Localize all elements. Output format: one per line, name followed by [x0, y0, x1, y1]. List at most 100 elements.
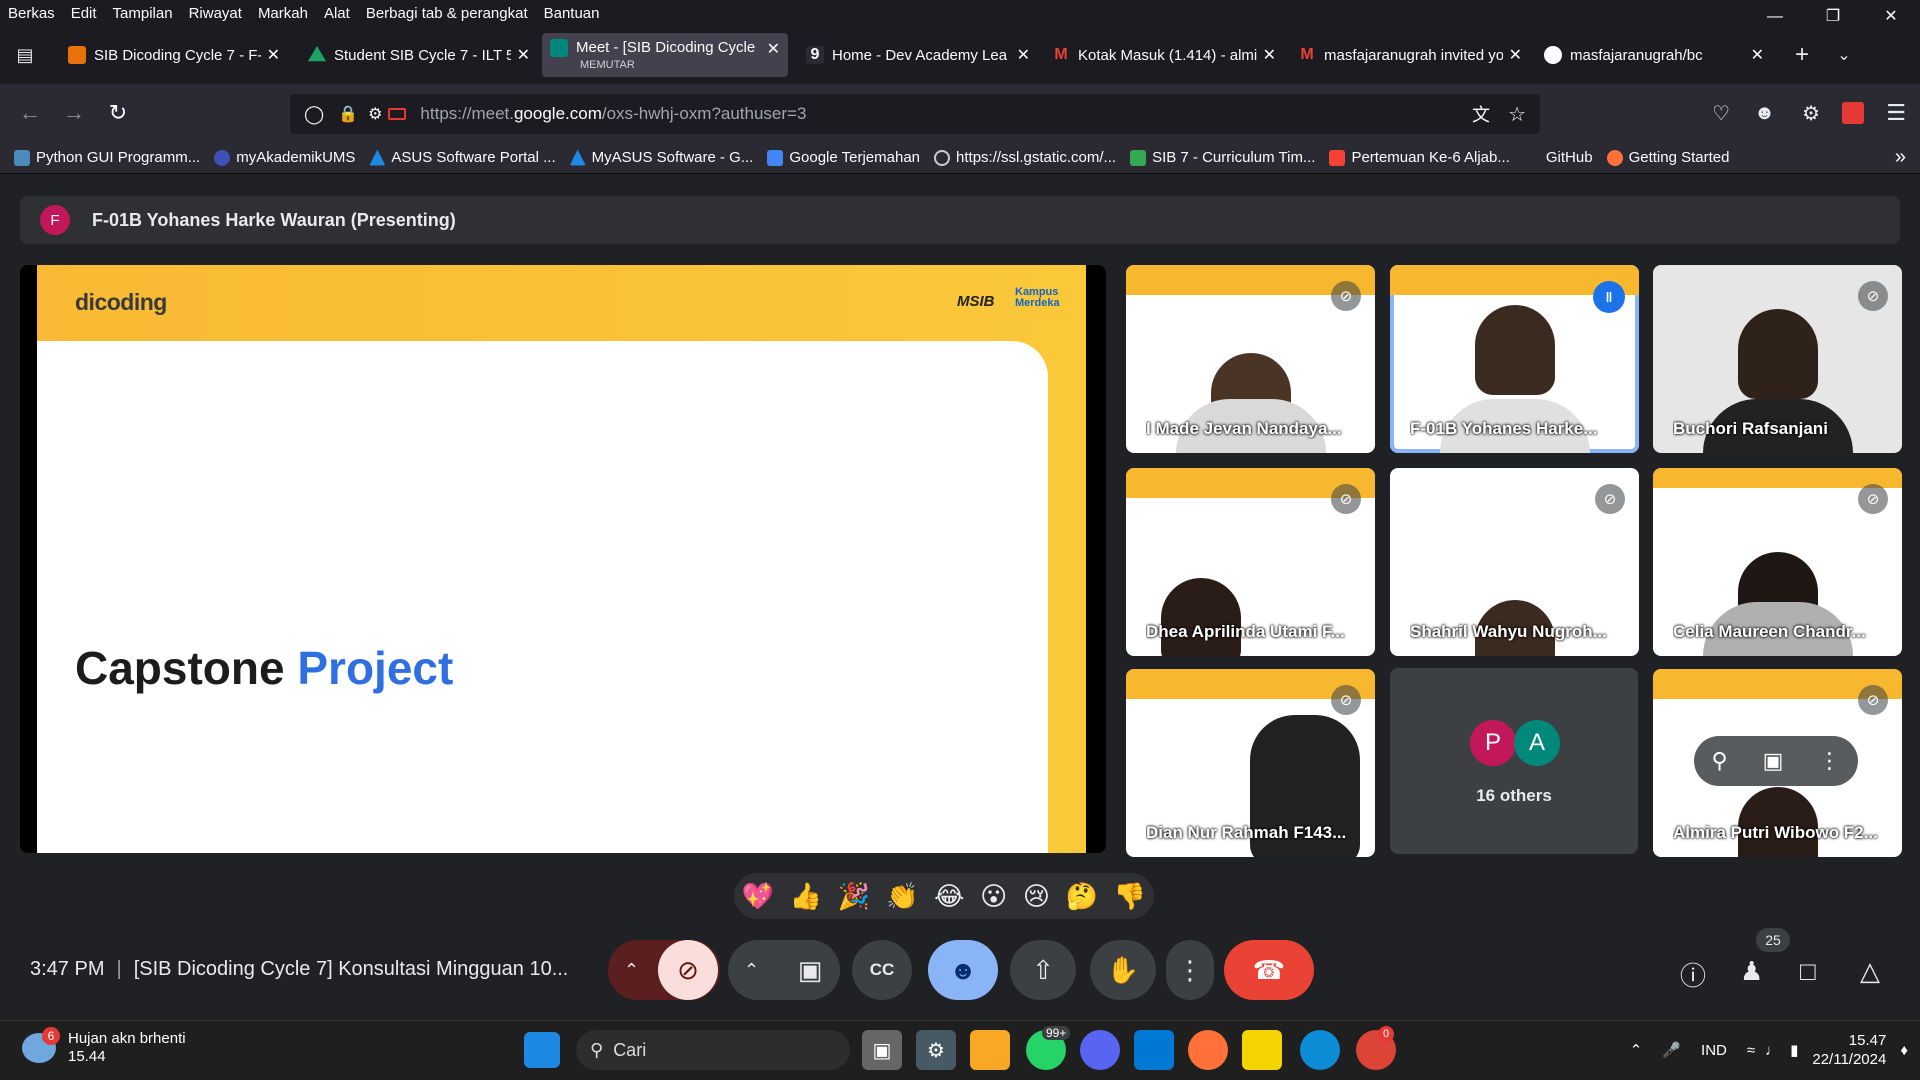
menu-bantuan[interactable]: Bantuan — [536, 5, 608, 22]
tab-gmail-inbox[interactable]: M Kotak Masuk (1.414) - almi ✕ — [1044, 33, 1284, 77]
presentation-slide[interactable]: Capstone Project dicoding MSIB Kampus Me… — [20, 265, 1106, 853]
url-bar[interactable]: ◯ 🔒 ⚙ https://meet.google.com/oxs-hwhj-o… — [290, 94, 1540, 134]
weather-widget[interactable]: 6 Hujan akn brhenti 15.44 — [22, 1027, 186, 1066]
reaction-thinking[interactable]: 🤔 — [1066, 881, 1098, 912]
task-view-icon[interactable]: ▣ — [862, 1030, 902, 1070]
vscode-icon[interactable] — [1134, 1030, 1174, 1070]
raise-hand-button[interactable]: ✋ — [1090, 940, 1156, 1000]
chevron-down-icon[interactable]: ⌄ — [1824, 45, 1864, 65]
more-options-icon[interactable]: ⋮ — [1818, 748, 1840, 774]
reaction-surprised[interactable]: 😮 — [980, 881, 1007, 912]
sticky-notes-icon[interactable] — [1242, 1030, 1282, 1070]
lock-icon[interactable]: 🔒 — [338, 104, 358, 124]
menu-edit[interactable]: Edit — [63, 5, 105, 22]
reaction-heart[interactable]: 💖 — [742, 881, 774, 912]
bookmark-item[interactable]: Python GUI Programm... — [14, 149, 200, 166]
bookmark-item[interactable]: MyASUS Software - G... — [569, 149, 753, 166]
chevron-right-icon[interactable]: » — [1895, 146, 1906, 169]
reload-icon[interactable]: ↻ — [96, 100, 140, 126]
participant-tile[interactable]: ⊘ Dhea Aprilinda Utami F... — [1126, 468, 1375, 656]
close-tab-icon[interactable]: ✕ — [1017, 45, 1030, 65]
edge-icon[interactable] — [1300, 1030, 1340, 1070]
tab-meet[interactable]: Meet - [SIB Dicoding Cycle ✕ MEMUTAR — [542, 33, 788, 77]
participant-tile[interactable]: ⊘ Shahril Wahyu Nugroh... — [1390, 468, 1639, 656]
permissions-icon[interactable]: ⚙ — [368, 104, 382, 124]
close-tab-icon[interactable]: ✕ — [1263, 45, 1276, 65]
add-to-screen-icon[interactable]: ▣ — [1763, 748, 1784, 774]
firefox-icon[interactable] — [1188, 1030, 1228, 1070]
pin-icon[interactable]: ⚲ — [1712, 748, 1728, 774]
taskbar-search[interactable]: ⚲ Cari — [576, 1030, 850, 1070]
menu-berkas[interactable]: Berkas — [0, 5, 63, 22]
extension-red-icon[interactable] — [1842, 102, 1864, 124]
meeting-details-icon[interactable]: ⓘ — [1680, 956, 1706, 993]
tab-gmail-invite[interactable]: M masfajaranugrah invited yo ✕ — [1290, 33, 1530, 77]
close-tab-icon[interactable]: ✕ — [767, 39, 780, 59]
shield-icon[interactable]: ◯ — [304, 104, 324, 125]
tab-slides[interactable]: SIB Dicoding Cycle 7 - F-01 ✕ — [60, 33, 288, 77]
leave-call-button[interactable]: ☎ — [1224, 940, 1314, 1000]
others-tile[interactable]: P A 16 others — [1390, 668, 1638, 854]
close-tab-icon[interactable]: ✕ — [1509, 45, 1522, 65]
reaction-thumbs-down[interactable]: 👎 — [1114, 881, 1146, 912]
reaction-laugh[interactable]: 😂 — [934, 881, 964, 912]
close-tab-icon[interactable]: ✕ — [1751, 45, 1764, 65]
menu-markah[interactable]: Markah — [250, 5, 316, 22]
menu-berbagi[interactable]: Berbagi tab & perangkat — [358, 5, 536, 22]
participant-tile[interactable]: ⊘ I Made Jevan Nandaya... — [1126, 265, 1375, 453]
new-tab-icon[interactable]: + — [1780, 41, 1824, 69]
people-icon[interactable]: ♟ — [1740, 956, 1763, 987]
settings-icon[interactable]: ⚙ — [916, 1030, 956, 1070]
microphone-icon[interactable]: 🎤 — [1662, 1041, 1681, 1059]
bookmark-item[interactable]: ASUS Software Portal ... — [369, 149, 556, 166]
translate-icon[interactable]: 文 — [1472, 101, 1490, 127]
menu-riwayat[interactable]: Riwayat — [181, 5, 250, 22]
reaction-clap[interactable]: 👏 — [886, 881, 918, 912]
video-options-icon[interactable]: ⌃ — [744, 960, 759, 981]
reaction-sad[interactable]: 😢 — [1023, 881, 1050, 912]
bookmark-item[interactable]: Getting Started — [1606, 149, 1729, 166]
audio-options-icon[interactable]: ⌃ — [624, 960, 639, 981]
back-icon[interactable]: ← — [8, 100, 52, 126]
discord-icon[interactable] — [1080, 1030, 1120, 1070]
language-indicator[interactable]: IND — [1701, 1042, 1727, 1059]
reaction-thumbs-up[interactable]: 👍 — [790, 881, 822, 912]
menu-alat[interactable]: Alat — [316, 5, 358, 22]
more-options-button[interactable]: ⋮ — [1166, 940, 1214, 1000]
camera-permission-icon[interactable] — [388, 108, 407, 120]
camera-button[interactable]: ▣ — [780, 940, 840, 1000]
battery-icon[interactable]: ▮ — [1790, 1041, 1798, 1059]
close-tab-icon[interactable]: ✕ — [267, 45, 280, 65]
bookmark-item[interactable]: GitHub — [1524, 149, 1593, 166]
present-button[interactable]: ⇧ — [1010, 940, 1076, 1000]
menu-tampilan[interactable]: Tampilan — [105, 5, 181, 22]
account-icon[interactable]: ☻ — [1754, 102, 1775, 125]
url-text[interactable]: https://meet.google.com/oxs-hwhj-oxm?aut… — [420, 104, 806, 124]
forward-icon[interactable]: → — [52, 100, 96, 126]
wifi-icon[interactable]: ≈ — [1747, 1042, 1755, 1059]
bookmark-item[interactable]: myAkademikUMS — [214, 149, 355, 166]
chat-icon[interactable]: □ — [1800, 956, 1816, 987]
tab-list-icon[interactable]: ▤ — [0, 45, 50, 66]
notification-icon[interactable]: ♦ — [1900, 1042, 1908, 1059]
tab-drive[interactable]: Student SIB Cycle 7 - ILT 5 ✕ — [300, 33, 538, 77]
pocket-icon[interactable]: ♡ — [1712, 101, 1730, 126]
file-explorer-icon[interactable] — [970, 1030, 1010, 1070]
bookmark-item[interactable]: Pertemuan Ke-6 Aljab... — [1329, 149, 1510, 166]
participant-tile[interactable]: ⊘ Dian Nur Rahmah F143... — [1126, 669, 1375, 857]
participant-tile[interactable]: ‖ F-01B Yohanes Harke... — [1390, 265, 1639, 453]
captions-button[interactable]: CC — [852, 940, 912, 1000]
bookmark-star-icon[interactable]: ☆ — [1508, 102, 1526, 127]
windows-start-icon[interactable] — [524, 1032, 560, 1068]
microphone-button[interactable]: ⊘ — [658, 940, 718, 1000]
activities-icon[interactable]: △ — [1860, 956, 1880, 987]
participant-tile[interactable]: ⊘ Buchori Rafsanjani — [1653, 265, 1902, 453]
system-clock[interactable]: 15.47 22/11/2024 — [1812, 1031, 1886, 1069]
extensions-icon[interactable]: ⚙ — [1802, 101, 1820, 126]
tab-dicoding[interactable]: 9 Home - Dev Academy Lea ✕ — [798, 33, 1038, 77]
bookmark-item[interactable]: Google Terjemahan — [767, 149, 920, 166]
tab-github[interactable]: masfajaranugrah/bc ✕ — [1536, 33, 1772, 77]
participant-tile[interactable]: ⊘ Celia Maureen Chandr... — [1653, 468, 1902, 656]
close-tab-icon[interactable]: ✕ — [517, 45, 530, 65]
reactions-button[interactable]: ☻ — [928, 940, 998, 1000]
